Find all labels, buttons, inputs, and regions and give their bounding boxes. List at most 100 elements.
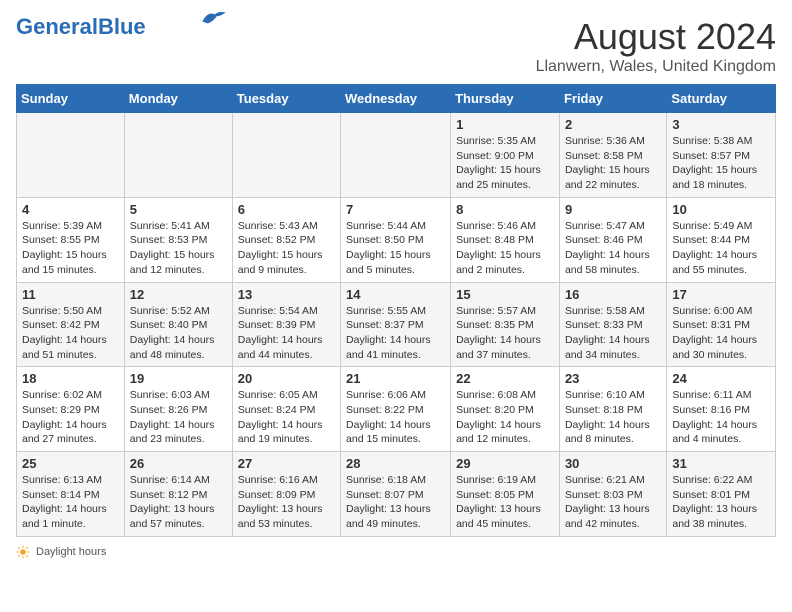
day-info: Sunrise: 6:02 AM Sunset: 8:29 PM Dayligh… (22, 388, 119, 447)
day-info: Sunrise: 6:10 AM Sunset: 8:18 PM Dayligh… (565, 388, 661, 447)
day-number: 4 (22, 202, 119, 217)
calendar-cell: 13 Sunrise: 5:54 AM Sunset: 8:39 PM Dayli… (232, 282, 340, 367)
calendar-cell: 20 Sunrise: 6:05 AM Sunset: 8:24 PM Dayli… (232, 367, 340, 452)
day-number: 6 (238, 202, 335, 217)
day-number: 3 (672, 117, 770, 132)
calendar-cell: 6Sunrise: 5:43 AM Sunset: 8:52 PM Daylig… (232, 197, 340, 282)
day-info: Sunrise: 5:38 AM Sunset: 8:57 PM Dayligh… (672, 134, 770, 193)
calendar-cell: 17 Sunrise: 6:00 AM Sunset: 8:31 PM Dayli… (667, 282, 776, 367)
logo-general: General (16, 14, 98, 39)
day-info: Sunrise: 6:06 AM Sunset: 8:22 PM Dayligh… (346, 388, 445, 447)
calendar-cell: 5 Sunrise: 5:41 AM Sunset: 8:53 PM Daylig… (124, 197, 232, 282)
day-info: Sunrise: 5:55 AM Sunset: 8:37 PM Dayligh… (346, 304, 445, 363)
calendar-cell (232, 113, 340, 198)
calendar-cell: 24Sunrise: 6:11 AM Sunset: 8:16 PM Dayli… (667, 367, 776, 452)
header-day: Wednesday (341, 85, 451, 113)
calendar-cell: 2Sunrise: 5:36 AM Sunset: 8:58 PM Daylig… (559, 113, 666, 198)
day-number: 9 (565, 202, 661, 217)
calendar-cell: 16Sunrise: 5:58 AM Sunset: 8:33 PM Dayli… (559, 282, 666, 367)
calendar-cell: 27Sunrise: 6:16 AM Sunset: 8:09 PM Dayli… (232, 452, 340, 537)
calendar-cell: 23 Sunrise: 6:10 AM Sunset: 8:18 PM Dayli… (559, 367, 666, 452)
day-number: 28 (346, 456, 445, 471)
day-number: 30 (565, 456, 661, 471)
day-number: 13 (238, 287, 335, 302)
calendar-cell: 18 Sunrise: 6:02 AM Sunset: 8:29 PM Dayli… (17, 367, 125, 452)
day-number: 17 (672, 287, 770, 302)
day-number: 12 (130, 287, 227, 302)
day-number: 25 (22, 456, 119, 471)
day-info: Sunrise: 5:47 AM Sunset: 8:46 PM Dayligh… (565, 219, 661, 278)
calendar-cell (124, 113, 232, 198)
day-number: 26 (130, 456, 227, 471)
sun-icon (16, 545, 30, 559)
day-number: 15 (456, 287, 554, 302)
day-info: Sunrise: 5:57 AM Sunset: 8:35 PM Dayligh… (456, 304, 554, 363)
day-info: Sunrise: 5:36 AM Sunset: 8:58 PM Dayligh… (565, 134, 661, 193)
calendar-cell: 9 Sunrise: 5:47 AM Sunset: 8:46 PM Daylig… (559, 197, 666, 282)
day-info: Sunrise: 6:00 AM Sunset: 8:31 PM Dayligh… (672, 304, 770, 363)
calendar-week-row: 4 Sunrise: 5:39 AM Sunset: 8:55 PM Daylig… (17, 197, 776, 282)
day-number: 11 (22, 287, 119, 302)
footer: Daylight hours (16, 545, 776, 559)
day-info: Sunrise: 5:44 AM Sunset: 8:50 PM Dayligh… (346, 219, 445, 278)
logo-blue: Blue (98, 14, 146, 39)
day-info: Sunrise: 6:21 AM Sunset: 8:03 PM Dayligh… (565, 473, 661, 532)
calendar-cell: 15 Sunrise: 5:57 AM Sunset: 8:35 PM Dayli… (451, 282, 560, 367)
day-info: Sunrise: 5:52 AM Sunset: 8:40 PM Dayligh… (130, 304, 227, 363)
day-number: 29 (456, 456, 554, 471)
calendar-cell: 22 Sunrise: 6:08 AM Sunset: 8:20 PM Dayli… (451, 367, 560, 452)
logo: GeneralBlue (16, 16, 228, 38)
calendar-table: SundayMondayTuesdayWednesdayThursdayFrid… (16, 84, 776, 537)
header-day: Thursday (451, 85, 560, 113)
header-day: Monday (124, 85, 232, 113)
day-info: Sunrise: 6:14 AM Sunset: 8:12 PM Dayligh… (130, 473, 227, 532)
day-number: 1 (456, 117, 554, 132)
day-info: Sunrise: 6:19 AM Sunset: 8:05 PM Dayligh… (456, 473, 554, 532)
day-info: Sunrise: 5:58 AM Sunset: 8:33 PM Dayligh… (565, 304, 661, 363)
calendar-cell: 8Sunrise: 5:46 AM Sunset: 8:48 PM Daylig… (451, 197, 560, 282)
month-title: August 2024 (536, 16, 776, 58)
day-number: 18 (22, 371, 119, 386)
title-block: August 2024 Llanwern, Wales, United King… (536, 16, 776, 76)
day-info: Sunrise: 5:41 AM Sunset: 8:53 PM Dayligh… (130, 219, 227, 278)
location-title: Llanwern, Wales, United Kingdom (536, 58, 776, 76)
calendar-cell: 1 Sunrise: 5:35 AM Sunset: 9:00 PM Daylig… (451, 113, 560, 198)
day-info: Sunrise: 5:39 AM Sunset: 8:55 PM Dayligh… (22, 219, 119, 278)
day-number: 19 (130, 371, 227, 386)
calendar-cell: 10Sunrise: 5:49 AM Sunset: 8:44 PM Dayli… (667, 197, 776, 282)
day-info: Sunrise: 6:08 AM Sunset: 8:20 PM Dayligh… (456, 388, 554, 447)
day-info: Sunrise: 6:11 AM Sunset: 8:16 PM Dayligh… (672, 388, 770, 447)
day-number: 27 (238, 456, 335, 471)
calendar-cell: 29 Sunrise: 6:19 AM Sunset: 8:05 PM Dayli… (451, 452, 560, 537)
day-number: 10 (672, 202, 770, 217)
calendar-cell: 28 Sunrise: 6:18 AM Sunset: 8:07 PM Dayli… (341, 452, 451, 537)
calendar-cell: 4 Sunrise: 5:39 AM Sunset: 8:55 PM Daylig… (17, 197, 125, 282)
day-info: Sunrise: 5:46 AM Sunset: 8:48 PM Dayligh… (456, 219, 554, 278)
calendar-cell (341, 113, 451, 198)
calendar-week-row: 1 Sunrise: 5:35 AM Sunset: 9:00 PM Daylig… (17, 113, 776, 198)
calendar-cell: 14 Sunrise: 5:55 AM Sunset: 8:37 PM Dayli… (341, 282, 451, 367)
day-number: 20 (238, 371, 335, 386)
calendar-cell: 19 Sunrise: 6:03 AM Sunset: 8:26 PM Dayli… (124, 367, 232, 452)
day-info: Sunrise: 5:54 AM Sunset: 8:39 PM Dayligh… (238, 304, 335, 363)
day-info: Sunrise: 6:03 AM Sunset: 8:26 PM Dayligh… (130, 388, 227, 447)
day-info: Sunrise: 6:05 AM Sunset: 8:24 PM Dayligh… (238, 388, 335, 447)
calendar-cell: 12 Sunrise: 5:52 AM Sunset: 8:40 PM Dayli… (124, 282, 232, 367)
day-info: Sunrise: 6:18 AM Sunset: 8:07 PM Dayligh… (346, 473, 445, 532)
page-header: GeneralBlue August 2024 Llanwern, Wales,… (16, 16, 776, 76)
footer-note: Daylight hours (16, 545, 776, 559)
calendar-week-row: 18 Sunrise: 6:02 AM Sunset: 8:29 PM Dayli… (17, 367, 776, 452)
day-info: Sunrise: 5:35 AM Sunset: 9:00 PM Dayligh… (456, 134, 554, 193)
header-day: Tuesday (232, 85, 340, 113)
day-info: Sunrise: 6:13 AM Sunset: 8:14 PM Dayligh… (22, 473, 119, 532)
day-number: 22 (456, 371, 554, 386)
calendar-cell: 3 Sunrise: 5:38 AM Sunset: 8:57 PM Daylig… (667, 113, 776, 198)
daylight-label: Daylight hours (36, 546, 106, 558)
header-day: Friday (559, 85, 666, 113)
calendar-cell: 25 Sunrise: 6:13 AM Sunset: 8:14 PM Dayli… (17, 452, 125, 537)
day-info: Sunrise: 6:22 AM Sunset: 8:01 PM Dayligh… (672, 473, 770, 532)
day-number: 14 (346, 287, 445, 302)
calendar-cell: 31Sunrise: 6:22 AM Sunset: 8:01 PM Dayli… (667, 452, 776, 537)
day-number: 5 (130, 202, 227, 217)
day-number: 23 (565, 371, 661, 386)
